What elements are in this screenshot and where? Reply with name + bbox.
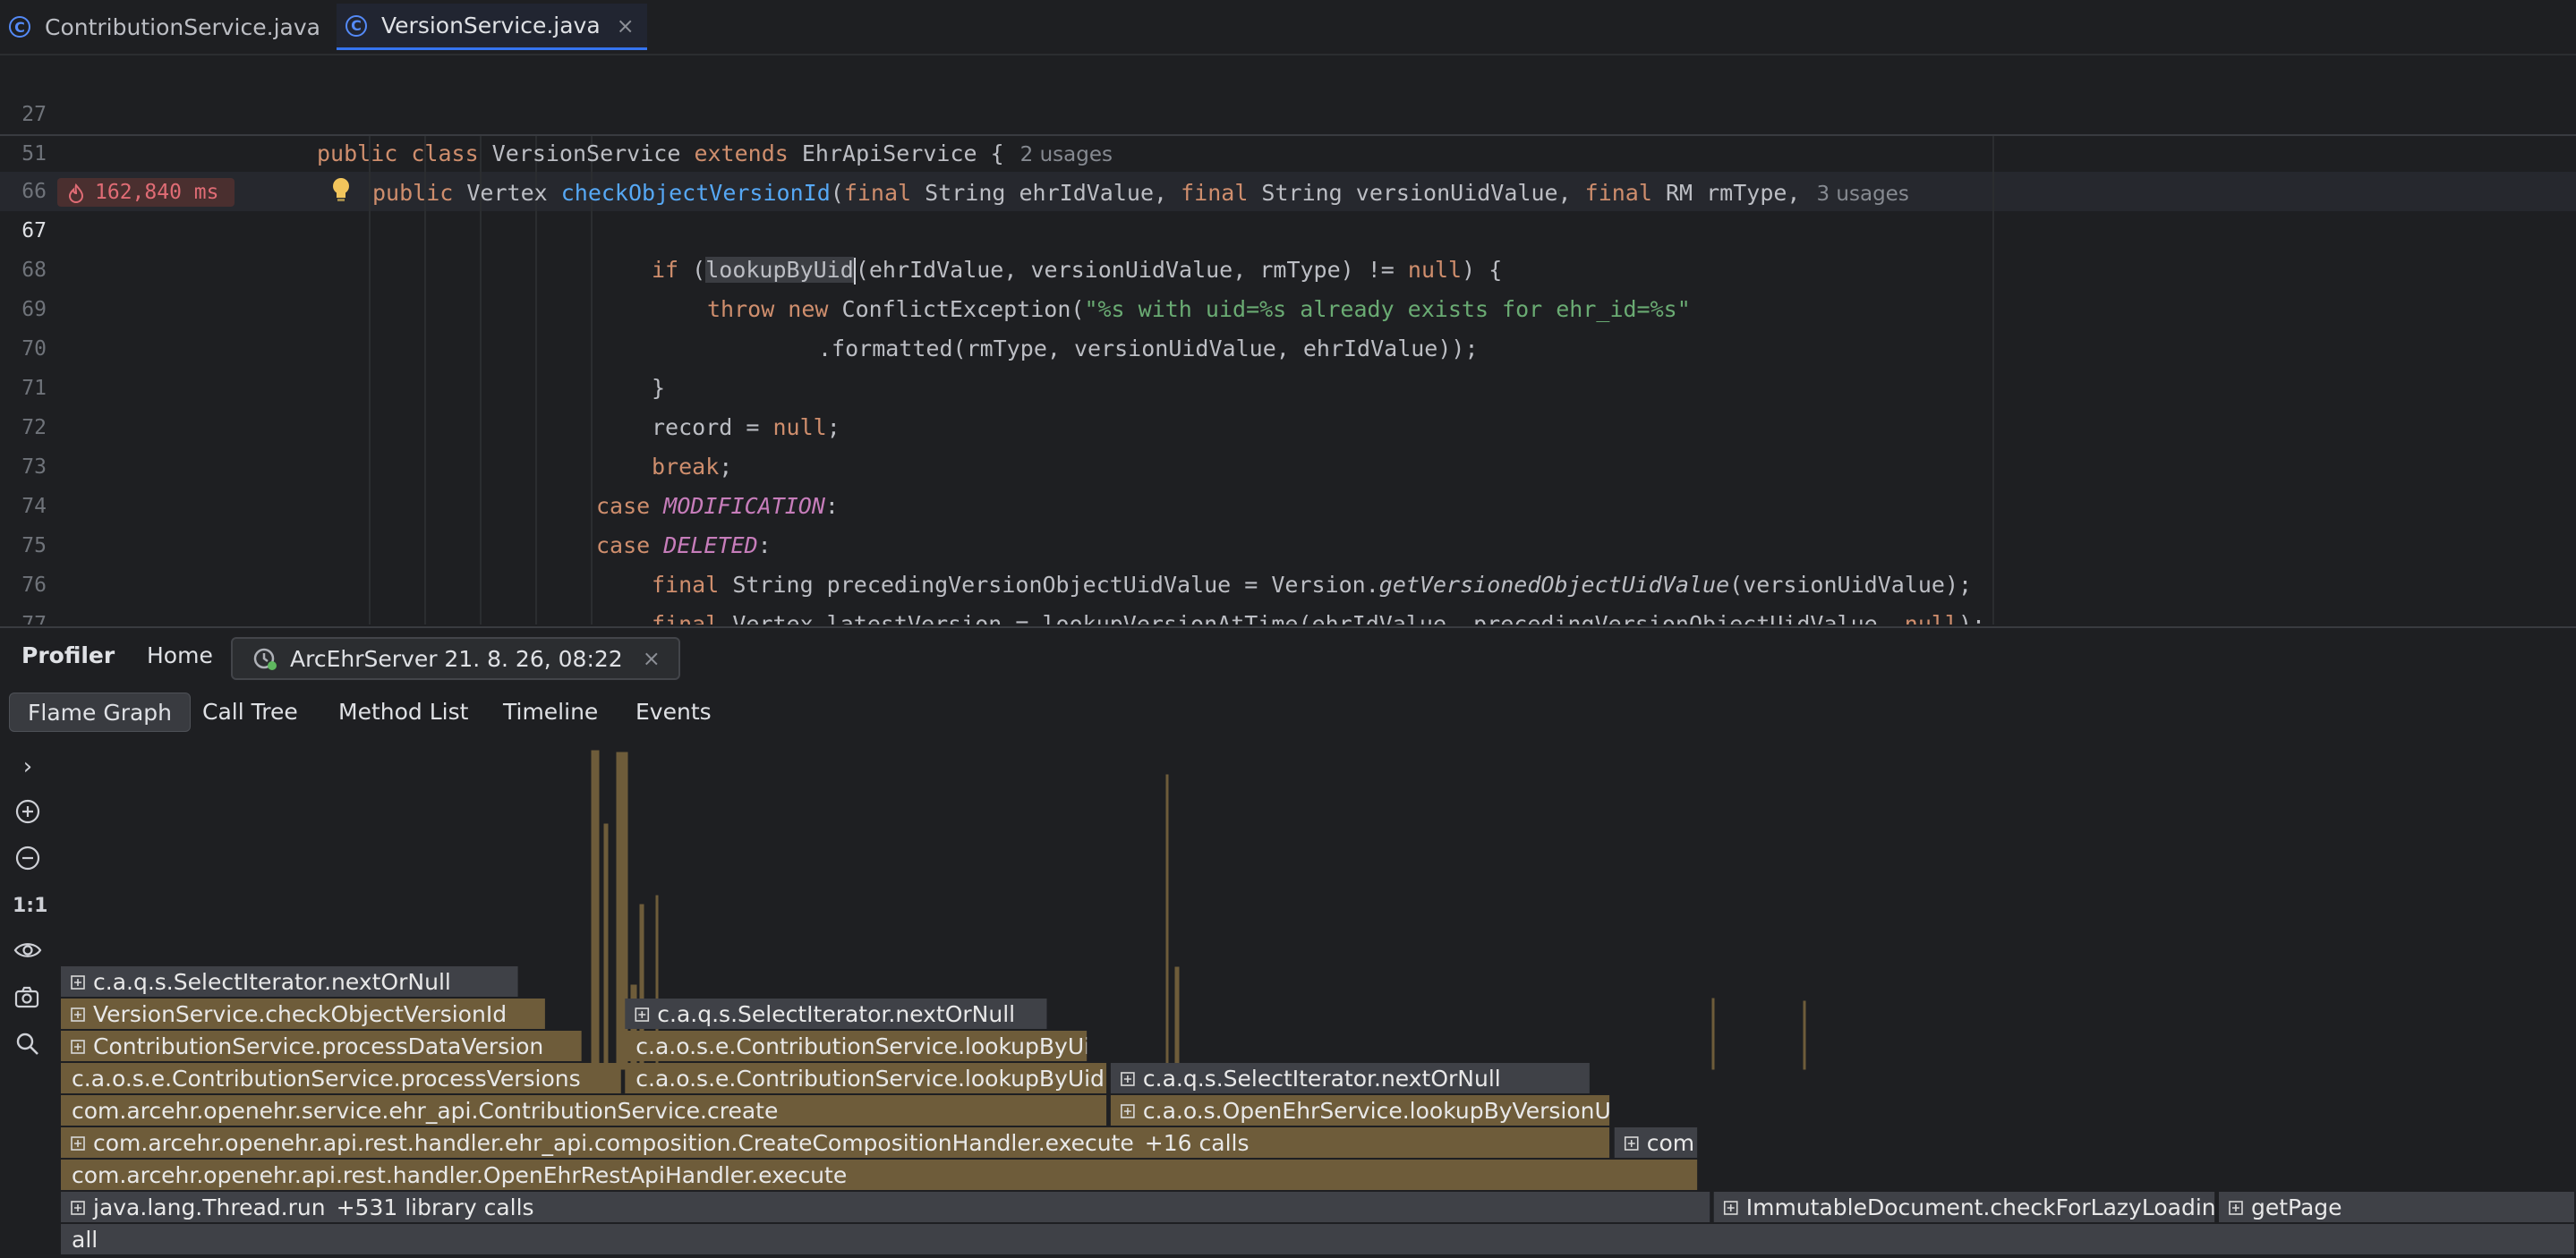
flame-frame[interactable]: c.a.q.s.SelectIterator.nextOrNull bbox=[625, 999, 1047, 1029]
tab-label: VersionService.java bbox=[381, 13, 601, 38]
tab-session[interactable]: ArcEhrServer 21. 8. 26, 08:22 × bbox=[231, 637, 680, 680]
execution-time-value: 162,840 ms bbox=[95, 181, 219, 204]
code-line: 27 public class VersionService extends E… bbox=[0, 55, 2576, 166]
flame-frame[interactable]: com.arcehr.openehr.api.rest.handler.ehr_… bbox=[61, 1127, 1610, 1158]
zoom-out-icon[interactable] bbox=[13, 845, 43, 875]
class-icon: C bbox=[345, 14, 367, 37]
flame-frame[interactable]: c.a.o.s.OpenEhrService.lookupByVersionUi… bbox=[1110, 1095, 1632, 1126]
code-line: 74 case DELETED: bbox=[0, 447, 2576, 558]
profiler-toolbar: Profiler Home ArcEhrServer 21. 8. 26, 08… bbox=[0, 628, 2576, 684]
flame-frame-label: VersionService.checkObjectVersionId bbox=[93, 1001, 507, 1027]
code-line: 69 .formatted(rmType, versionUidValue, e… bbox=[0, 251, 2576, 361]
flame-frame-label: c.a.q.s.SelectIterator.nextOrNull bbox=[657, 1001, 1015, 1027]
flame-frame-label: c.a.o.s.e.ContributionService.processVer… bbox=[72, 1066, 581, 1092]
code-line: 76 final Vertex latestVersion = lookupVe… bbox=[0, 526, 2576, 625]
line-number: 77 bbox=[21, 613, 47, 625]
flame-frame-label: java.lang.Thread.run +531 library calls bbox=[92, 1194, 534, 1220]
flame-frame-label: all bbox=[72, 1227, 98, 1253]
close-icon[interactable]: × bbox=[617, 13, 635, 38]
class-icon: C bbox=[9, 16, 30, 38]
camera-icon[interactable] bbox=[13, 984, 43, 1015]
session-label: ArcEhrServer 21. 8. 26, 08:22 bbox=[290, 645, 623, 672]
flame-frame[interactable]: com.arcehr.openehr.service.ehr_api.Contr… bbox=[61, 1095, 1107, 1126]
code-line: 72 break; bbox=[0, 369, 2576, 480]
tab-call-tree[interactable]: Call Tree bbox=[184, 693, 316, 732]
flame-frame-label: com bbox=[1647, 1130, 1694, 1156]
flame-frame-label: c.a.o.s.e.ContributionService.lookupByUi… bbox=[635, 1066, 1105, 1092]
flame-frame[interactable]: all bbox=[61, 1224, 2574, 1254]
flame-frame-spike[interactable] bbox=[1802, 999, 1807, 1071]
flame-frame[interactable]: getPage bbox=[2218, 1192, 2574, 1222]
usages-hint[interactable]: 3 usages bbox=[1816, 183, 1908, 206]
flame-frame-extra: +531 library calls bbox=[337, 1194, 534, 1220]
code-editor[interactable]: 27 public class VersionService extends E… bbox=[0, 55, 2576, 625]
tab-home[interactable]: Home bbox=[147, 628, 213, 684]
flame-frame-label: ImmutableDocument.checkForLazyLoading bbox=[1746, 1194, 2231, 1220]
flame-frame-label: com.arcehr.openehr.service.ehr_api.Contr… bbox=[72, 1098, 778, 1124]
flame-graph-tools: › 1:1 bbox=[0, 748, 59, 1258]
chevron-right-icon[interactable]: › bbox=[13, 752, 43, 782]
flame-frame-label: ContributionService.processDataVersion bbox=[93, 1033, 543, 1059]
eye-icon[interactable] bbox=[13, 938, 43, 968]
line-number: 51 bbox=[21, 142, 47, 166]
zoom-reset-button[interactable]: 1:1 bbox=[13, 891, 47, 922]
code-line: 73 case MODIFICATION: bbox=[0, 408, 2576, 519]
tab-method-list[interactable]: Method List bbox=[320, 693, 486, 732]
tab-version-service[interactable]: C VersionService.java × bbox=[337, 4, 647, 50]
flame-frame[interactable]: c.a.o.s.e.ContributionService.lookupByUi… bbox=[625, 1063, 1107, 1093]
flame-frame-label: c.a.q.s.SelectIterator.nextOrNull bbox=[93, 969, 451, 995]
code-line: 71 record = null; bbox=[0, 329, 2576, 440]
tab-contribution-service[interactable]: C ContributionService.java bbox=[9, 4, 320, 50]
lightbulb-icon[interactable] bbox=[331, 177, 351, 204]
flame-frame-spike[interactable] bbox=[1164, 773, 1170, 1071]
flame-frame[interactable]: c.a.q.s.SelectIterator.nextOrNull bbox=[1110, 1063, 1590, 1093]
code-line: 70 } bbox=[0, 290, 2576, 401]
tab-timeline[interactable]: Timeline bbox=[485, 693, 616, 732]
editor-tab-bar: C ContributionService.java C VersionServ… bbox=[0, 0, 2576, 55]
flame-frame[interactable]: ContributionService.processDataVersion bbox=[61, 1031, 582, 1061]
flame-frame-label: com.arcehr.openehr.api.rest.handler.Open… bbox=[72, 1162, 847, 1188]
tab-events[interactable]: Events bbox=[618, 693, 729, 732]
profiler-session-icon bbox=[252, 646, 277, 671]
usages-hint[interactable]: 2 usages bbox=[1020, 143, 1113, 166]
code-line: 51 public Vertex checkObjectVersionId(fi… bbox=[0, 95, 2576, 206]
search-icon[interactable] bbox=[13, 1031, 43, 1061]
flame-frame-label: com.arcehr.openehr.api.rest.handler.ehr_… bbox=[93, 1130, 1249, 1156]
code-line: 75 final String precedingVersionObjectUi… bbox=[0, 487, 2576, 598]
profiler-title: Profiler bbox=[21, 642, 115, 668]
flame-frame-spike[interactable] bbox=[1173, 965, 1181, 1071]
flame-frame[interactable]: VersionService.checkObjectVersionId bbox=[61, 999, 545, 1029]
flame-frame[interactable]: com bbox=[1614, 1127, 1698, 1158]
flame-frame-spike[interactable] bbox=[1710, 997, 1716, 1071]
code-line: 77 if (latestVersion == null) { bbox=[0, 565, 2576, 625]
flame-frame[interactable]: c.a.o.s.e.ContributionService.processVer… bbox=[61, 1063, 621, 1093]
flame-frame-spike[interactable] bbox=[590, 749, 601, 1071]
flame-frame-bar bbox=[61, 1224, 2574, 1254]
flame-frame[interactable]: c.a.o.s.e.ContributionService.lookupByUi… bbox=[625, 1031, 1105, 1061]
execution-time-badge[interactable]: 162,840 ms bbox=[57, 178, 235, 207]
profiler-view-tabs: Flame Graph Call Tree Method List Timeli… bbox=[0, 687, 2576, 732]
flame-frame[interactable]: com.arcehr.openehr.api.rest.handler.Open… bbox=[61, 1160, 1698, 1190]
flame-frame[interactable]: ImmutableDocument.checkForLazyLoading bbox=[1713, 1192, 2231, 1222]
flame-frame-spike[interactable] bbox=[602, 822, 610, 1071]
flame-frame[interactable]: c.a.q.s.SelectIterator.nextOrNull bbox=[61, 966, 518, 997]
flame-frame-label: c.a.o.s.e.ContributionService.lookupByUi… bbox=[635, 1033, 1105, 1059]
flame-frame-label: c.a.o.s.OpenEhrService.lookupByVersionUi… bbox=[1143, 1098, 1632, 1124]
flame-frame-label: c.a.q.s.SelectIterator.nextOrNull bbox=[1143, 1066, 1501, 1092]
zoom-in-icon[interactable] bbox=[13, 798, 43, 829]
sticky-lines: 27 public class VersionService extends E… bbox=[0, 55, 2576, 206]
tab-flame-graph[interactable]: Flame Graph bbox=[9, 693, 192, 732]
close-icon[interactable]: × bbox=[643, 646, 661, 671]
flame-frame-extra: +16 calls bbox=[1145, 1130, 1250, 1156]
tab-label: ContributionService.java bbox=[45, 13, 320, 40]
code-line: 68 throw new ConflictException("%s with … bbox=[0, 211, 2576, 322]
flame-frame-label: getPage bbox=[2251, 1194, 2342, 1220]
flame-frame[interactable]: java.lang.Thread.run +531 library calls bbox=[61, 1192, 1710, 1222]
